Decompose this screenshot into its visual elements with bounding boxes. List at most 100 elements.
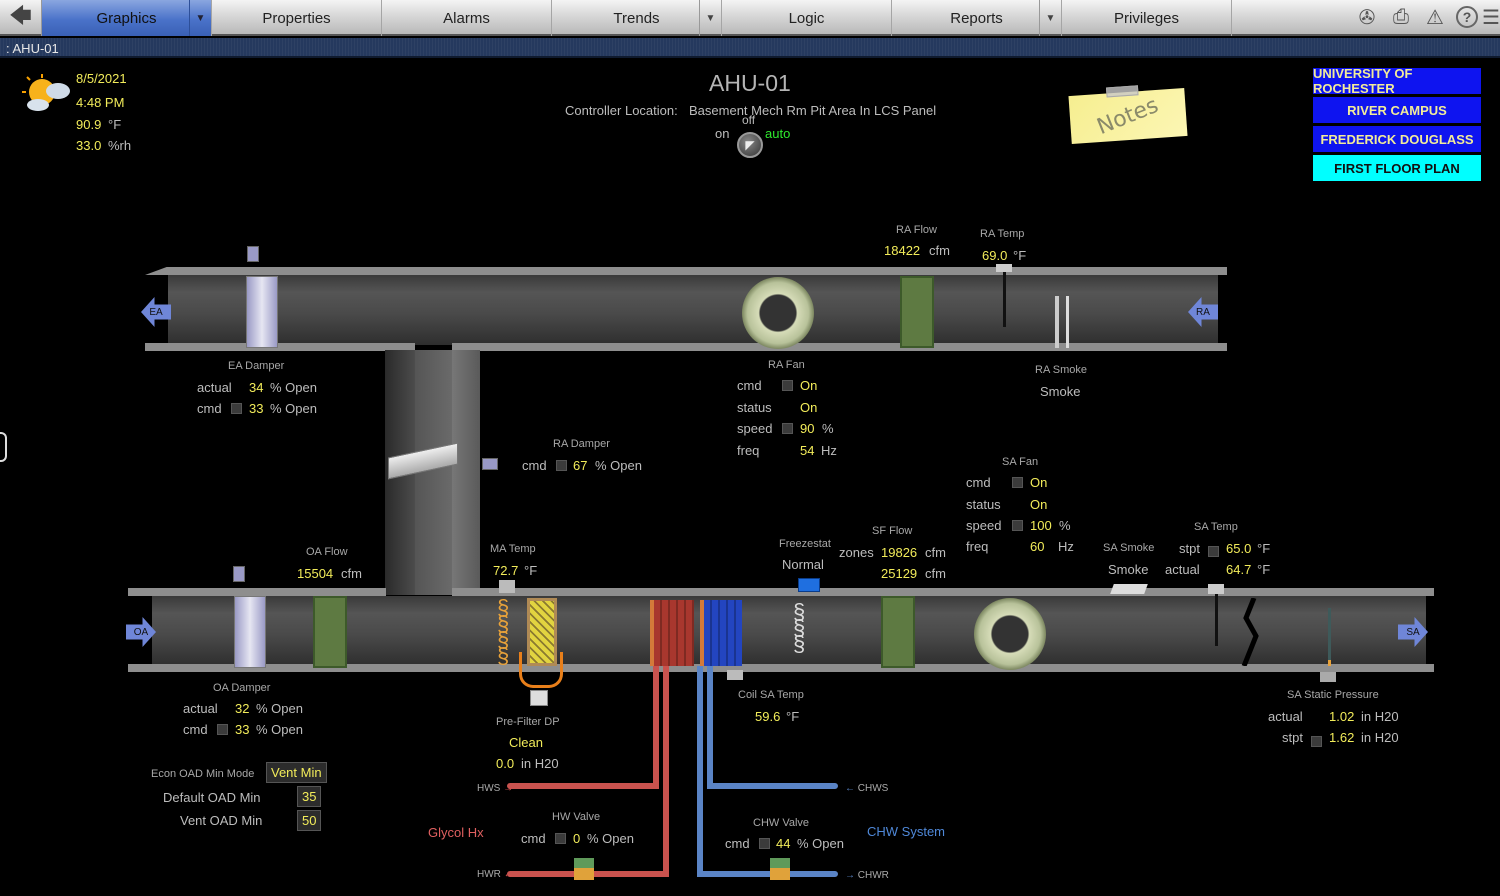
- ea-damper-override-checkbox[interactable]: [231, 403, 242, 414]
- sa-temp-stpt-value[interactable]: 65.0: [1226, 541, 1251, 556]
- graphics-dropdown-button[interactable]: ▼: [189, 0, 211, 36]
- hwr-label: HWR ←: [477, 869, 514, 880]
- toolbar-icons: ✇ ⎙ ⚠ ? ☰: [1354, 0, 1500, 34]
- trends-dropdown-button[interactable]: ▼: [699, 0, 721, 36]
- hw-valve-cmd-checkbox[interactable]: [555, 833, 566, 844]
- notes-sticky[interactable]: Notes: [1068, 85, 1188, 144]
- default-oad-min-value[interactable]: 35: [297, 786, 322, 807]
- tab-alarms[interactable]: Alarms: [382, 0, 552, 36]
- chw-system-label[interactable]: CHW System: [867, 824, 945, 839]
- ra-fan-cmd-checkbox[interactable]: [782, 380, 793, 391]
- sa-static-stpt-value[interactable]: 1.62: [1329, 730, 1354, 745]
- controller-location-label: Controller Location:: [565, 103, 678, 118]
- ra-fan-speed-label: speed: [737, 421, 773, 436]
- alarm-warning-icon[interactable]: ⚠: [1422, 4, 1448, 30]
- chw-valve-cmd-value[interactable]: 44: [776, 836, 790, 851]
- ra-fan-graphic[interactable]: [742, 277, 814, 349]
- prefilter-dp-value[interactable]: 0.0: [496, 756, 514, 771]
- weather-icon: [22, 74, 70, 112]
- ra-smoke-value[interactable]: Smoke: [1040, 384, 1080, 399]
- sa-fan-speed-checkbox[interactable]: [1012, 520, 1023, 531]
- oa-damper-cmd-value[interactable]: 33: [235, 722, 249, 737]
- sa-fan-cmd-value[interactable]: On: [1030, 475, 1047, 490]
- sa-fan-graphic[interactable]: [974, 598, 1046, 670]
- switch-auto-label: auto: [765, 126, 791, 141]
- ea-damper-actual-value[interactable]: 34: [249, 380, 263, 395]
- link-university-of-rochester[interactable]: UNIVERSITY OF ROCHESTER: [1313, 66, 1481, 96]
- ra-damper-cmd-checkbox[interactable]: [556, 460, 567, 471]
- reports-dropdown-button[interactable]: ▼: [1039, 0, 1061, 36]
- page-title: AHU-01: [709, 70, 791, 96]
- sa-static-stpt-checkbox[interactable]: [1311, 736, 1322, 747]
- chw-valve-icon[interactable]: [770, 858, 790, 880]
- duct-bottom-edge: [452, 343, 1227, 351]
- weather-time: 4:48 PM: [76, 95, 125, 110]
- ra-fan-speed-value[interactable]: 90: [800, 421, 814, 436]
- link-first-floor-plan[interactable]: FIRST FLOOR PLAN: [1313, 155, 1481, 181]
- duct-bottom-edge: [145, 343, 415, 351]
- switch-on-label: on: [715, 126, 730, 141]
- sa-fan-status-value: On: [1030, 497, 1048, 512]
- tab-reports[interactable]: Reports ▼: [892, 0, 1062, 36]
- hand-off-auto-knob[interactable]: ◤: [737, 132, 763, 158]
- link-frederick-douglass[interactable]: FREDERICK DOUGLASS: [1313, 126, 1481, 152]
- hw-valve-icon[interactable]: [574, 858, 594, 880]
- sa-fan-cmd-checkbox[interactable]: [1012, 477, 1023, 488]
- weather-date: 8/5/2021: [76, 71, 127, 86]
- outdoor-temp-value[interactable]: 90.9: [76, 117, 101, 132]
- sf-flow-zones-value[interactable]: 19826: [881, 545, 917, 560]
- menu-icon[interactable]: ☰: [1482, 4, 1500, 30]
- glycol-hx-label[interactable]: Glycol Hx: [428, 825, 484, 840]
- ea-damper-cmd-unit: % Open: [270, 401, 317, 416]
- ra-flow-value[interactable]: 18422: [884, 243, 920, 258]
- ra-fan-speed-checkbox[interactable]: [782, 423, 793, 434]
- prefilter-dp-unit: in H20: [521, 756, 559, 771]
- printer-icon[interactable]: ⎙: [1388, 4, 1414, 30]
- coil-sa-temp-title: Coil SA Temp: [738, 689, 804, 701]
- ea-damper-cmd-value[interactable]: 33: [249, 401, 263, 416]
- oa-damper-graphic[interactable]: [234, 596, 266, 668]
- econ-mode-value[interactable]: Vent Min: [266, 762, 327, 783]
- chevron-down-icon: ▼: [705, 12, 716, 24]
- exhaust-air-arrow-icon: EA: [141, 297, 171, 327]
- tab-properties[interactable]: Properties: [212, 0, 382, 36]
- side-panel-handle[interactable]: [0, 432, 7, 462]
- sa-static-pressure-probe: [1328, 608, 1331, 666]
- sa-temp-probe: [1215, 594, 1218, 646]
- outdoor-rh-value[interactable]: 33.0: [76, 138, 101, 153]
- sa-temp-actual-label: actual: [1165, 562, 1200, 577]
- oa-damper-title: OA Damper: [213, 682, 271, 694]
- ea-damper-actual-unit: % Open: [270, 380, 317, 395]
- ra-damper-cmd-value[interactable]: 67: [573, 458, 587, 473]
- film-reel-icon[interactable]: ✇: [1354, 4, 1380, 30]
- tab-logic[interactable]: Logic: [722, 0, 892, 36]
- ra-fan-status-label: status: [737, 400, 772, 415]
- oa-damper-override-checkbox[interactable]: [217, 724, 228, 735]
- back-button[interactable]: 🡄: [0, 0, 42, 36]
- duct-top-edge: [145, 267, 1227, 275]
- help-icon[interactable]: ?: [1456, 6, 1478, 28]
- chw-valve-cmd-checkbox[interactable]: [759, 838, 770, 849]
- ra-temp-title: RA Temp: [980, 228, 1025, 240]
- vent-oad-min-value[interactable]: 50: [297, 810, 322, 831]
- sa-fan-speed-value[interactable]: 100: [1030, 518, 1052, 533]
- oa-flow-value[interactable]: 15504: [297, 566, 333, 581]
- tab-privileges[interactable]: Privileges: [1062, 0, 1232, 36]
- ra-temp-value[interactable]: 69.0: [982, 248, 1007, 263]
- coil-sa-temp-value[interactable]: 59.6: [755, 709, 780, 724]
- link-river-campus[interactable]: RIVER CAMPUS: [1313, 97, 1481, 123]
- tab-trends[interactable]: Trends ▼: [552, 0, 722, 36]
- hw-valve-cmd-value[interactable]: 0: [573, 831, 580, 846]
- sa-static-actual-value[interactable]: 1.02: [1329, 709, 1354, 724]
- chw-valve-cmd-unit: % Open: [797, 836, 844, 851]
- sa-smoke-value[interactable]: Smoke: [1108, 562, 1148, 577]
- oa-damper-actual-value[interactable]: 32: [235, 701, 249, 716]
- ra-fan-cmd-value[interactable]: On: [800, 378, 817, 393]
- ea-damper-graphic[interactable]: [246, 276, 278, 348]
- controller-location-value: Basement Mech Rm Pit Area In LCS Panel: [689, 103, 937, 118]
- sa-temp-stpt-checkbox[interactable]: [1208, 546, 1219, 557]
- tab-graphics[interactable]: Graphics ▼: [42, 0, 212, 36]
- sa-temp-actual-value[interactable]: 64.7: [1226, 562, 1251, 577]
- sf-flow-total-value[interactable]: 25129: [881, 566, 917, 581]
- ma-temp-value[interactable]: 72.7: [493, 563, 518, 578]
